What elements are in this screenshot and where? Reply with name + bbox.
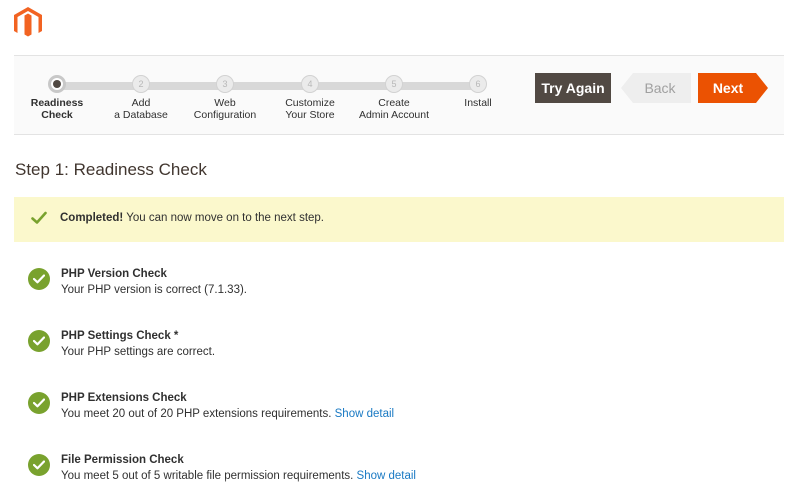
try-again-button[interactable]: Try Again — [535, 73, 611, 103]
check-title: PHP Settings Check * — [61, 330, 179, 342]
check-icon — [31, 211, 47, 224]
bottom-fade — [0, 478, 798, 491]
check-title: PHP Version Check — [61, 268, 167, 280]
step-1-indicator — [48, 75, 66, 93]
check-title: File Permission Check — [61, 454, 184, 466]
success-check-icon — [28, 392, 50, 414]
check-title: PHP Extensions Check — [61, 392, 187, 404]
next-button[interactable]: Next — [698, 73, 768, 103]
notice-message: Completed! You can now move on to the ne… — [60, 212, 325, 224]
step-5-indicator: 5 — [385, 75, 403, 93]
success-check-icon — [28, 268, 50, 290]
success-notice: Completed! You can now move on to the ne… — [14, 197, 784, 242]
step-4-indicator: 4 — [301, 75, 319, 93]
show-detail-link[interactable]: Show detail — [335, 408, 394, 420]
step-6-indicator: 6 — [469, 75, 487, 93]
step-install: 6 Install — [428, 75, 528, 109]
success-check-icon — [28, 454, 50, 476]
page-title: Step 1: Readiness Check — [15, 160, 207, 179]
check-description: Your PHP version is correct (7.1.33). — [61, 284, 247, 296]
step-2-indicator: 2 — [132, 75, 150, 93]
check-description: You meet 20 out of 20 PHP extensions req… — [61, 408, 395, 420]
step-6-label: Install — [464, 97, 492, 109]
magento-logo-icon[interactable] — [14, 7, 42, 39]
back-button[interactable]: Back — [621, 73, 691, 103]
success-check-icon — [28, 330, 50, 352]
step-3-indicator: 3 — [216, 75, 234, 93]
check-description: Your PHP settings are correct. — [61, 346, 216, 358]
